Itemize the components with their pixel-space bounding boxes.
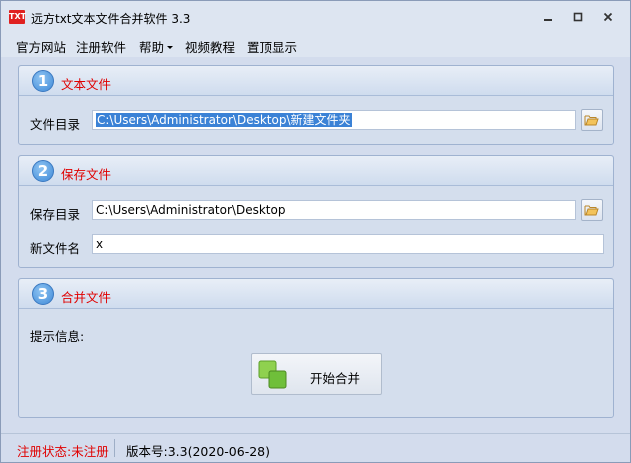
folder-open-icon xyxy=(584,115,599,126)
save-dir-label: 保存目录 xyxy=(30,207,81,222)
status-bar: 注册状态:未注册 版本号:3.3(2020-06-28) xyxy=(1,433,630,462)
merge-panel-header: 3 合并文件 xyxy=(19,279,613,309)
step-1-badge: 1 xyxy=(32,70,54,92)
minimize-button[interactable] xyxy=(537,9,559,25)
text-files-title: 文本文件 xyxy=(61,77,112,92)
app-logo-icon: TXT xyxy=(9,10,26,24)
menu-item-help[interactable]: 帮助 xyxy=(139,37,174,56)
menu-item-video-tutorial[interactable]: 视频教程 xyxy=(185,37,235,56)
merge-title: 合并文件 xyxy=(61,290,112,305)
source-dir-input[interactable]: C:\Users\Administrator\Desktop\新建文件夹 xyxy=(92,110,576,130)
close-button[interactable] xyxy=(597,9,619,25)
new-filename-input[interactable]: x xyxy=(92,234,604,254)
maximize-icon xyxy=(573,12,583,22)
folder-open-icon xyxy=(584,205,599,216)
close-icon xyxy=(603,12,613,22)
registration-status: 注册状态:未注册 xyxy=(17,444,109,459)
save-files-panel: 2 保存文件 保存目录 C:\Users\Administrator\Deskt… xyxy=(18,155,614,268)
menu-bar: 官方网站 注册软件 帮助 视频教程 置顶显示 xyxy=(1,33,630,57)
merge-panel: 3 合并文件 提示信息: 开始合并 xyxy=(18,278,614,418)
menu-item-help-label: 帮助 xyxy=(139,40,165,55)
text-files-panel: 1 文本文件 文件目录 C:\Users\Administrator\Deskt… xyxy=(18,65,614,145)
menu-item-register[interactable]: 注册软件 xyxy=(76,37,126,56)
start-merge-button[interactable]: 开始合并 xyxy=(251,353,382,395)
menu-item-official-site[interactable]: 官方网站 xyxy=(16,37,66,56)
app-window: TXT 远方txt文本文件合并软件 3.3 官方网站 注册软件 帮助 视频教程 … xyxy=(0,0,631,463)
version-info: 版本号:3.3(2020-06-28) xyxy=(126,444,270,459)
title-bar[interactable]: TXT 远方txt文本文件合并软件 3.3 xyxy=(1,1,630,33)
maximize-button[interactable] xyxy=(567,9,589,25)
source-dir-value: C:\Users\Administrator\Desktop\新建文件夹 xyxy=(96,113,352,127)
browse-source-dir-button[interactable] xyxy=(581,109,603,131)
source-dir-label: 文件目录 xyxy=(30,117,81,132)
menu-item-always-on-top[interactable]: 置顶显示 xyxy=(247,37,297,56)
window-title: 远方txt文本文件合并软件 3.3 xyxy=(31,12,191,26)
step-2-badge: 2 xyxy=(32,160,54,182)
info-label: 提示信息: xyxy=(30,329,85,344)
save-dir-input[interactable]: C:\Users\Administrator\Desktop xyxy=(92,200,576,220)
new-filename-label: 新文件名 xyxy=(30,241,81,256)
start-merge-label: 开始合并 xyxy=(310,371,361,386)
save-files-title: 保存文件 xyxy=(61,167,112,182)
status-divider xyxy=(114,439,115,457)
merge-icon xyxy=(258,360,287,389)
minimize-icon xyxy=(544,19,552,21)
browse-save-dir-button[interactable] xyxy=(581,199,603,221)
chevron-down-icon xyxy=(167,46,174,49)
text-files-panel-header: 1 文本文件 xyxy=(19,66,613,96)
step-3-badge: 3 xyxy=(32,283,54,305)
save-files-panel-header: 2 保存文件 xyxy=(19,156,613,186)
